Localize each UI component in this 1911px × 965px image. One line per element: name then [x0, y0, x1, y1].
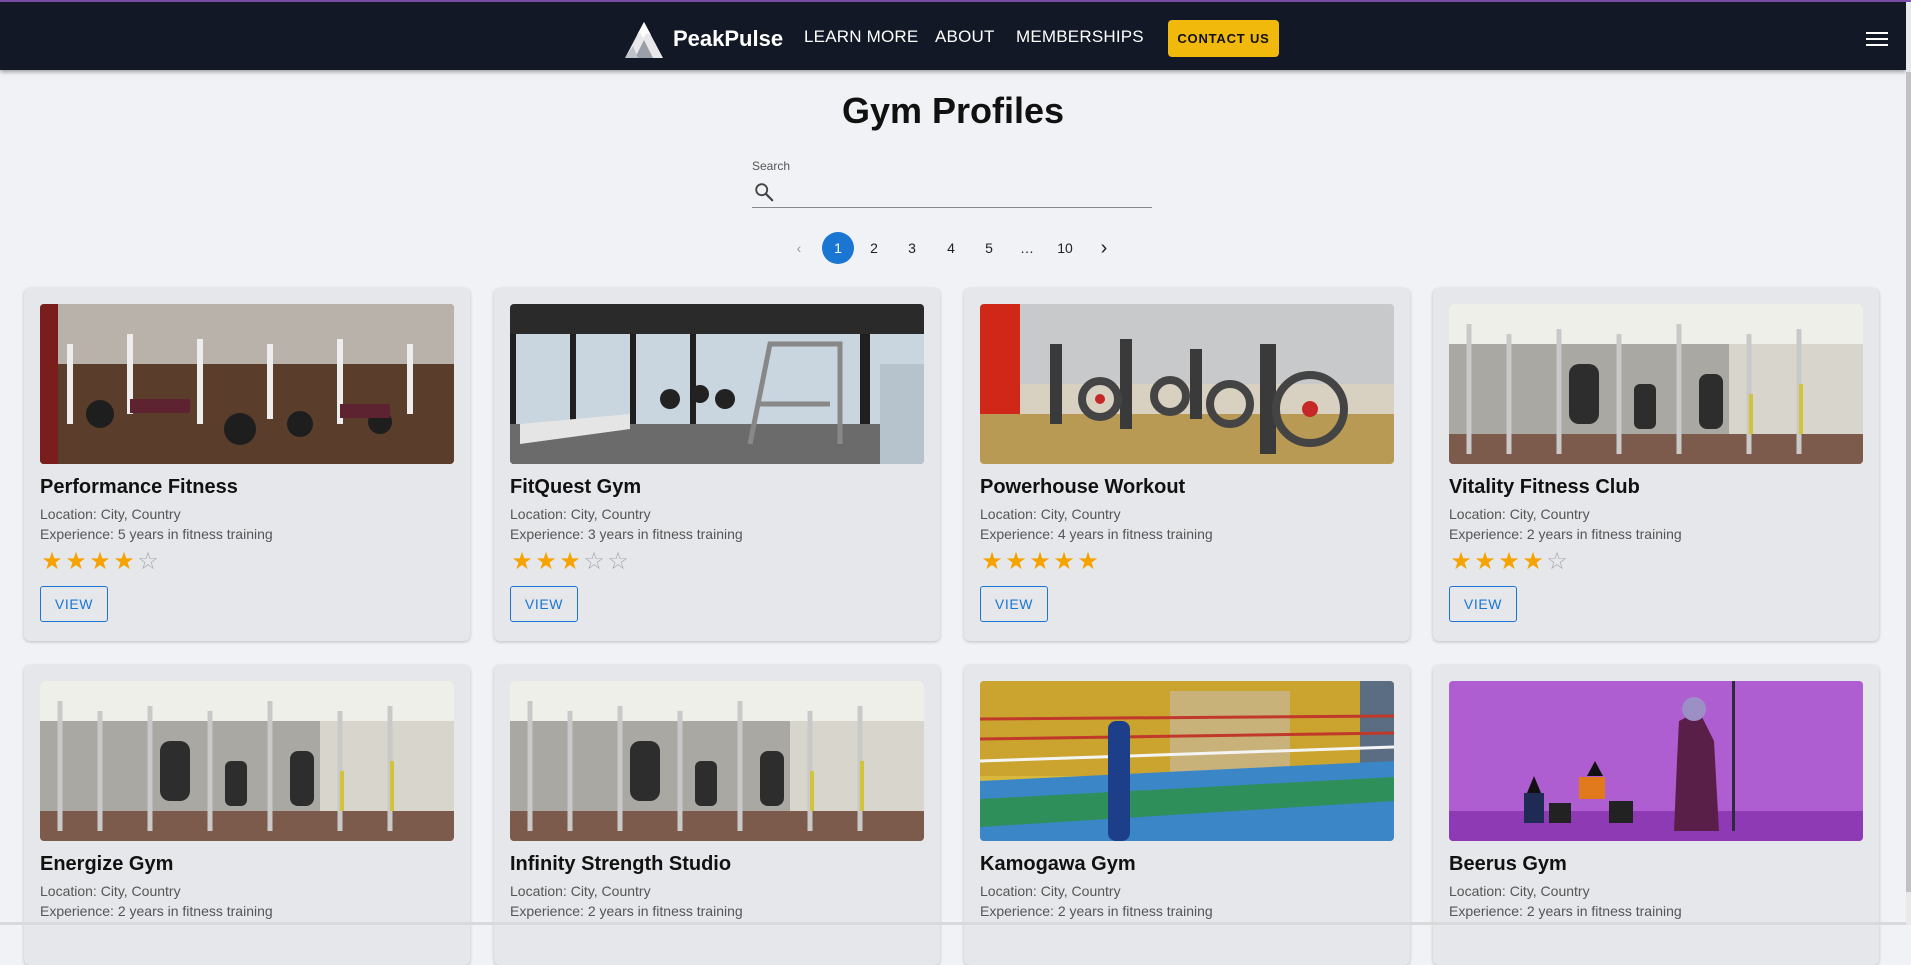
search-label: Search [752, 159, 791, 173]
star-filled-icon: ★ [1498, 548, 1520, 575]
gym-location: Location: City, Country [40, 506, 181, 522]
star-empty-icon: ☆ [607, 548, 629, 575]
gym-card: Kamogawa Gym Location: City, Country Exper… [964, 665, 1410, 965]
boxing-ring-anime-photo [980, 681, 1394, 841]
gym-location: Location: City, Country [1449, 883, 1590, 899]
mountain-logo-icon [625, 22, 663, 58]
gym-experience: Experience: 2 years in fitness training [40, 903, 273, 919]
star-filled-icon: ★ [1522, 548, 1544, 575]
gym-card: Performance Fitness Location: City, Count… [24, 288, 470, 641]
star-rating: ★ ★ ★ ☆ ☆ [510, 550, 630, 574]
gym-card: Vitality Fitness Club Location: City, Cou… [1433, 288, 1879, 641]
purple-anime-scene-photo [1449, 681, 1863, 841]
star-filled-icon: ★ [1450, 548, 1472, 575]
view-button[interactable]: VIEW [980, 586, 1048, 622]
star-filled-icon: ★ [41, 548, 63, 575]
machines-gym-photo [510, 681, 924, 841]
gym-card: Energize Gym Location: City, Country Exper… [24, 665, 470, 965]
search-underline [752, 207, 1152, 208]
gym-experience: Experience: 2 years in fitness training [1449, 526, 1682, 542]
gym-location: Location: City, Country [510, 883, 651, 899]
gym-name: FitQuest Gym [510, 476, 642, 498]
scrollbar-thumb[interactable] [1906, 72, 1911, 892]
gym-name: Performance Fitness [40, 476, 238, 498]
gym-card: Beerus Gym Location: City, Country Experie… [1433, 665, 1879, 965]
gym-experience: Experience: 4 years in fitness training [980, 526, 1213, 542]
gym-name: Beerus Gym [1449, 853, 1567, 875]
treadmill-city-view-photo [510, 304, 924, 464]
gym-name: Vitality Fitness Club [1449, 476, 1640, 498]
nav-about[interactable]: ABOUT [935, 27, 995, 47]
brand[interactable]: PeakPulse [623, 18, 783, 60]
search-icon [755, 183, 774, 202]
page-button[interactable]: 3 [896, 232, 928, 264]
star-filled-icon: ★ [559, 548, 581, 575]
view-button[interactable]: VIEW [510, 586, 578, 622]
machines-gym-photo [40, 681, 454, 841]
gym-location: Location: City, Country [510, 506, 651, 522]
spin-bikes-photo [980, 304, 1394, 464]
contact-us-button[interactable]: CONTACT US [1168, 20, 1279, 57]
hamburger-menu-icon[interactable] [1866, 32, 1888, 48]
gym-location: Location: City, Country [980, 506, 1121, 522]
page-button[interactable]: 5 [973, 232, 1005, 264]
nav-learn-more[interactable]: LEARN MORE [804, 27, 918, 47]
star-filled-icon: ★ [511, 548, 533, 575]
gym-name: Infinity Strength Studio [510, 853, 732, 875]
star-filled-icon: ★ [981, 548, 1003, 575]
gym-name: Powerhouse Workout [980, 476, 1186, 498]
page-button[interactable]: 4 [935, 232, 967, 264]
search-field: Search [752, 159, 1152, 209]
gym-card: FitQuest Gym Location: City, Country Exper… [494, 288, 940, 641]
nav-memberships[interactable]: MEMBERSHIPS [1016, 27, 1144, 47]
machines-gym-photo [1449, 304, 1863, 464]
chevron-left-icon[interactable]: ‹ [783, 232, 815, 264]
view-button[interactable]: VIEW [1449, 586, 1517, 622]
page-title: Gym Profiles [841, 90, 1065, 131]
star-filled-icon: ★ [1077, 548, 1099, 575]
star-filled-icon: ★ [89, 548, 111, 575]
free-weights-gym-photo [40, 304, 454, 464]
gym-location: Location: City, Country [980, 883, 1121, 899]
star-filled-icon: ★ [1053, 548, 1075, 575]
gym-experience: Experience: 2 years in fitness training [510, 903, 743, 919]
page-button[interactable]: 10 [1049, 232, 1081, 264]
navbar: PeakPulse LEARN MORE ABOUT MEMBERSHIPS C… [0, 2, 1906, 70]
star-rating: ★ ★ ★ ★ ☆ [1449, 550, 1569, 574]
gym-experience: Experience: 5 years in fitness training [40, 526, 273, 542]
gym-location: Location: City, Country [40, 883, 181, 899]
gym-card: Infinity Strength Studio Location: City, … [494, 665, 940, 965]
star-empty-icon: ☆ [583, 548, 605, 575]
gym-experience: Experience: 2 years in fitness training [1449, 903, 1682, 919]
star-rating: ★ ★ ★ ★ ★ [980, 550, 1100, 574]
star-filled-icon: ★ [1029, 548, 1051, 575]
star-filled-icon: ★ [65, 548, 87, 575]
star-empty-icon: ☆ [1546, 548, 1568, 575]
view-button[interactable]: VIEW [40, 586, 108, 622]
gym-location: Location: City, Country [1449, 506, 1590, 522]
star-rating: ★ ★ ★ ★ ☆ [40, 550, 160, 574]
gym-experience: Experience: 2 years in fitness training [980, 903, 1213, 919]
brand-name: PeakPulse [673, 26, 784, 51]
star-filled-icon: ★ [535, 548, 557, 575]
gym-experience: Experience: 3 years in fitness training [510, 526, 743, 542]
gym-name: Energize Gym [40, 853, 174, 875]
gym-card: Powerhouse Workout Location: City, Countr… [964, 288, 1410, 641]
gym-name: Kamogawa Gym [980, 853, 1136, 875]
page-button[interactable]: 2 [858, 232, 890, 264]
star-filled-icon: ★ [1005, 548, 1027, 575]
search-input[interactable] [780, 179, 1152, 205]
chevron-right-icon[interactable]: › [1088, 232, 1120, 264]
star-filled-icon: ★ [113, 548, 135, 575]
star-filled-icon: ★ [1474, 548, 1496, 575]
page-button[interactable]: 1 [822, 232, 854, 264]
star-empty-icon: ☆ [137, 548, 159, 575]
page-ellipsis: … [1020, 240, 1034, 256]
